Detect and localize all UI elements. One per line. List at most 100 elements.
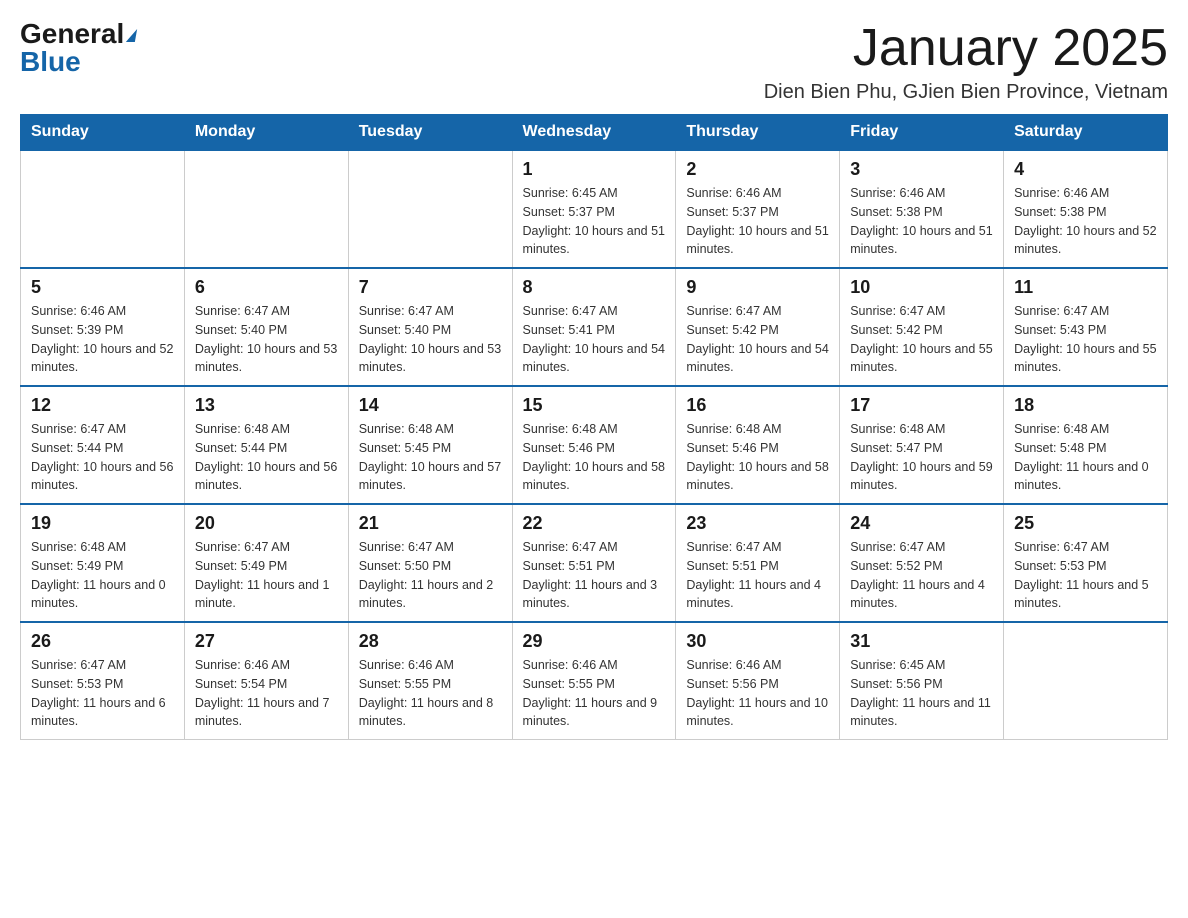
calendar-cell: 23 Sunrise: 6:47 AMSunset: 5:51 PMDayligh… — [676, 504, 840, 622]
day-number: 7 — [359, 277, 502, 298]
day-info: Sunrise: 6:47 AMSunset: 5:52 PMDaylight:… — [850, 538, 993, 613]
calendar-cell: 28 Sunrise: 6:46 AMSunset: 5:55 PMDayligh… — [348, 622, 512, 740]
day-info: Sunrise: 6:46 AMSunset: 5:54 PMDaylight:… — [195, 656, 338, 731]
day-info: Sunrise: 6:46 AMSunset: 5:39 PMDaylight:… — [31, 302, 174, 377]
calendar-table: SundayMondayTuesdayWednesdayThursdayFrid… — [20, 114, 1168, 740]
week-row-4: 19Sunrise: 6:48 AMSunset: 5:49 PMDayligh… — [21, 504, 1168, 622]
day-info: Sunrise: 6:45 AMSunset: 5:56 PMDaylight:… — [850, 656, 993, 731]
day-info: Sunrise: 6:47 AMSunset: 5:40 PMDaylight:… — [359, 302, 502, 377]
weekday-header-wednesday: Wednesday — [512, 115, 676, 151]
day-info: Sunrise: 6:47 AMSunset: 5:42 PMDaylight:… — [850, 302, 993, 377]
day-number: 22 — [523, 513, 666, 534]
calendar-cell: 20Sunrise: 6:47 AMSunset: 5:49 PMDayligh… — [184, 504, 348, 622]
page-header: General Blue January 2025 Dien Bien Phu,… — [20, 20, 1168, 104]
day-info: Sunrise: 6:46 AMSunset: 5:55 PMDaylight:… — [359, 656, 502, 731]
calendar-cell: 1 Sunrise: 6:45 AMSunset: 5:37 PMDaylight… — [512, 150, 676, 268]
day-info: Sunrise: 6:46 AMSunset: 5:38 PMDaylight:… — [850, 184, 993, 259]
day-info: Sunrise: 6:47 AMSunset: 5:43 PMDaylight:… — [1014, 302, 1157, 377]
logo-general: General — [20, 20, 136, 48]
calendar-cell — [184, 150, 348, 268]
weekday-header-thursday: Thursday — [676, 115, 840, 151]
calendar-cell: 9 Sunrise: 6:47 AMSunset: 5:42 PMDaylight… — [676, 268, 840, 386]
calendar-cell: 8Sunrise: 6:47 AMSunset: 5:41 PMDaylight… — [512, 268, 676, 386]
day-number: 28 — [359, 631, 502, 652]
day-info: Sunrise: 6:48 AMSunset: 5:45 PMDaylight:… — [359, 420, 502, 495]
day-info: Sunrise: 6:48 AMSunset: 5:47 PMDaylight:… — [850, 420, 993, 495]
month-title: January 2025 — [764, 20, 1168, 77]
title-block: January 2025 Dien Bien Phu, GJien Bien P… — [764, 20, 1168, 104]
day-info: Sunrise: 6:47 AMSunset: 5:51 PMDaylight:… — [686, 538, 829, 613]
logo-blue: Blue — [20, 48, 81, 76]
calendar-cell: 16Sunrise: 6:48 AMSunset: 5:46 PMDayligh… — [676, 386, 840, 504]
day-number: 27 — [195, 631, 338, 652]
day-info: Sunrise: 6:48 AMSunset: 5:46 PMDaylight:… — [523, 420, 666, 495]
calendar-cell: 21 Sunrise: 6:47 AMSunset: 5:50 PMDayligh… — [348, 504, 512, 622]
day-number: 25 — [1014, 513, 1157, 534]
day-info: Sunrise: 6:47 AMSunset: 5:50 PMDaylight:… — [359, 538, 502, 613]
day-info: Sunrise: 6:48 AMSunset: 5:49 PMDaylight:… — [31, 538, 174, 613]
week-row-1: 1 Sunrise: 6:45 AMSunset: 5:37 PMDaylight… — [21, 150, 1168, 268]
calendar-cell: 7 Sunrise: 6:47 AMSunset: 5:40 PMDaylight… — [348, 268, 512, 386]
day-number: 14 — [359, 395, 502, 416]
day-number: 18 — [1014, 395, 1157, 416]
day-info: Sunrise: 6:47 AMSunset: 5:49 PMDaylight:… — [195, 538, 338, 613]
day-info: Sunrise: 6:47 AMSunset: 5:53 PMDaylight:… — [31, 656, 174, 731]
weekday-header-saturday: Saturday — [1004, 115, 1168, 151]
calendar-cell: 10 Sunrise: 6:47 AMSunset: 5:42 PMDayligh… — [840, 268, 1004, 386]
day-info: Sunrise: 6:47 AMSunset: 5:40 PMDaylight:… — [195, 302, 338, 377]
day-number: 1 — [523, 159, 666, 180]
calendar-cell: 30Sunrise: 6:46 AMSunset: 5:56 PMDayligh… — [676, 622, 840, 740]
weekday-header-row: SundayMondayTuesdayWednesdayThursdayFrid… — [21, 115, 1168, 151]
day-info: Sunrise: 6:47 AMSunset: 5:42 PMDaylight:… — [686, 302, 829, 377]
day-info: Sunrise: 6:46 AMSunset: 5:56 PMDaylight:… — [686, 656, 829, 731]
day-info: Sunrise: 6:46 AMSunset: 5:38 PMDaylight:… — [1014, 184, 1157, 259]
calendar-cell — [348, 150, 512, 268]
day-info: Sunrise: 6:46 AMSunset: 5:37 PMDaylight:… — [686, 184, 829, 259]
calendar-cell — [21, 150, 185, 268]
calendar-cell: 14 Sunrise: 6:48 AMSunset: 5:45 PMDayligh… — [348, 386, 512, 504]
weekday-header-friday: Friday — [840, 115, 1004, 151]
weekday-header-monday: Monday — [184, 115, 348, 151]
weekday-header-tuesday: Tuesday — [348, 115, 512, 151]
calendar-cell: 5Sunrise: 6:46 AMSunset: 5:39 PMDaylight… — [21, 268, 185, 386]
day-number: 24 — [850, 513, 993, 534]
day-number: 12 — [31, 395, 174, 416]
calendar-cell: 3 Sunrise: 6:46 AMSunset: 5:38 PMDaylight… — [840, 150, 1004, 268]
day-number: 17 — [850, 395, 993, 416]
day-number: 15 — [523, 395, 666, 416]
calendar-cell: 27 Sunrise: 6:46 AMSunset: 5:54 PMDayligh… — [184, 622, 348, 740]
calendar-cell: 6 Sunrise: 6:47 AMSunset: 5:40 PMDaylight… — [184, 268, 348, 386]
calendar-cell: 29 Sunrise: 6:46 AMSunset: 5:55 PMDayligh… — [512, 622, 676, 740]
day-number: 29 — [523, 631, 666, 652]
day-number: 4 — [1014, 159, 1157, 180]
weekday-header-sunday: Sunday — [21, 115, 185, 151]
day-number: 23 — [686, 513, 829, 534]
day-number: 21 — [359, 513, 502, 534]
day-info: Sunrise: 6:48 AMSunset: 5:48 PMDaylight:… — [1014, 420, 1157, 495]
calendar-cell: 31Sunrise: 6:45 AMSunset: 5:56 PMDayligh… — [840, 622, 1004, 740]
calendar-cell: 12 Sunrise: 6:47 AMSunset: 5:44 PMDayligh… — [21, 386, 185, 504]
week-row-2: 5Sunrise: 6:46 AMSunset: 5:39 PMDaylight… — [21, 268, 1168, 386]
day-info: Sunrise: 6:47 AMSunset: 5:53 PMDaylight:… — [1014, 538, 1157, 613]
day-info: Sunrise: 6:48 AMSunset: 5:44 PMDaylight:… — [195, 420, 338, 495]
day-number: 6 — [195, 277, 338, 298]
calendar-cell: 4 Sunrise: 6:46 AMSunset: 5:38 PMDaylight… — [1004, 150, 1168, 268]
day-info: Sunrise: 6:45 AMSunset: 5:37 PMDaylight:… — [523, 184, 666, 259]
day-number: 3 — [850, 159, 993, 180]
calendar-cell: 22 Sunrise: 6:47 AMSunset: 5:51 PMDayligh… — [512, 504, 676, 622]
day-number: 13 — [195, 395, 338, 416]
calendar-cell: 2Sunrise: 6:46 AMSunset: 5:37 PMDaylight… — [676, 150, 840, 268]
day-info: Sunrise: 6:46 AMSunset: 5:55 PMDaylight:… — [523, 656, 666, 731]
day-number: 9 — [686, 277, 829, 298]
day-info: Sunrise: 6:47 AMSunset: 5:44 PMDaylight:… — [31, 420, 174, 495]
calendar-cell: 26Sunrise: 6:47 AMSunset: 5:53 PMDayligh… — [21, 622, 185, 740]
day-number: 16 — [686, 395, 829, 416]
calendar-cell: 24 Sunrise: 6:47 AMSunset: 5:52 PMDayligh… — [840, 504, 1004, 622]
day-info: Sunrise: 6:47 AMSunset: 5:51 PMDaylight:… — [523, 538, 666, 613]
calendar-cell: 17 Sunrise: 6:48 AMSunset: 5:47 PMDayligh… — [840, 386, 1004, 504]
calendar-cell: 19Sunrise: 6:48 AMSunset: 5:49 PMDayligh… — [21, 504, 185, 622]
calendar-cell: 25 Sunrise: 6:47 AMSunset: 5:53 PMDayligh… — [1004, 504, 1168, 622]
calendar-cell: 11Sunrise: 6:47 AMSunset: 5:43 PMDayligh… — [1004, 268, 1168, 386]
week-row-3: 12 Sunrise: 6:47 AMSunset: 5:44 PMDayligh… — [21, 386, 1168, 504]
day-number: 10 — [850, 277, 993, 298]
